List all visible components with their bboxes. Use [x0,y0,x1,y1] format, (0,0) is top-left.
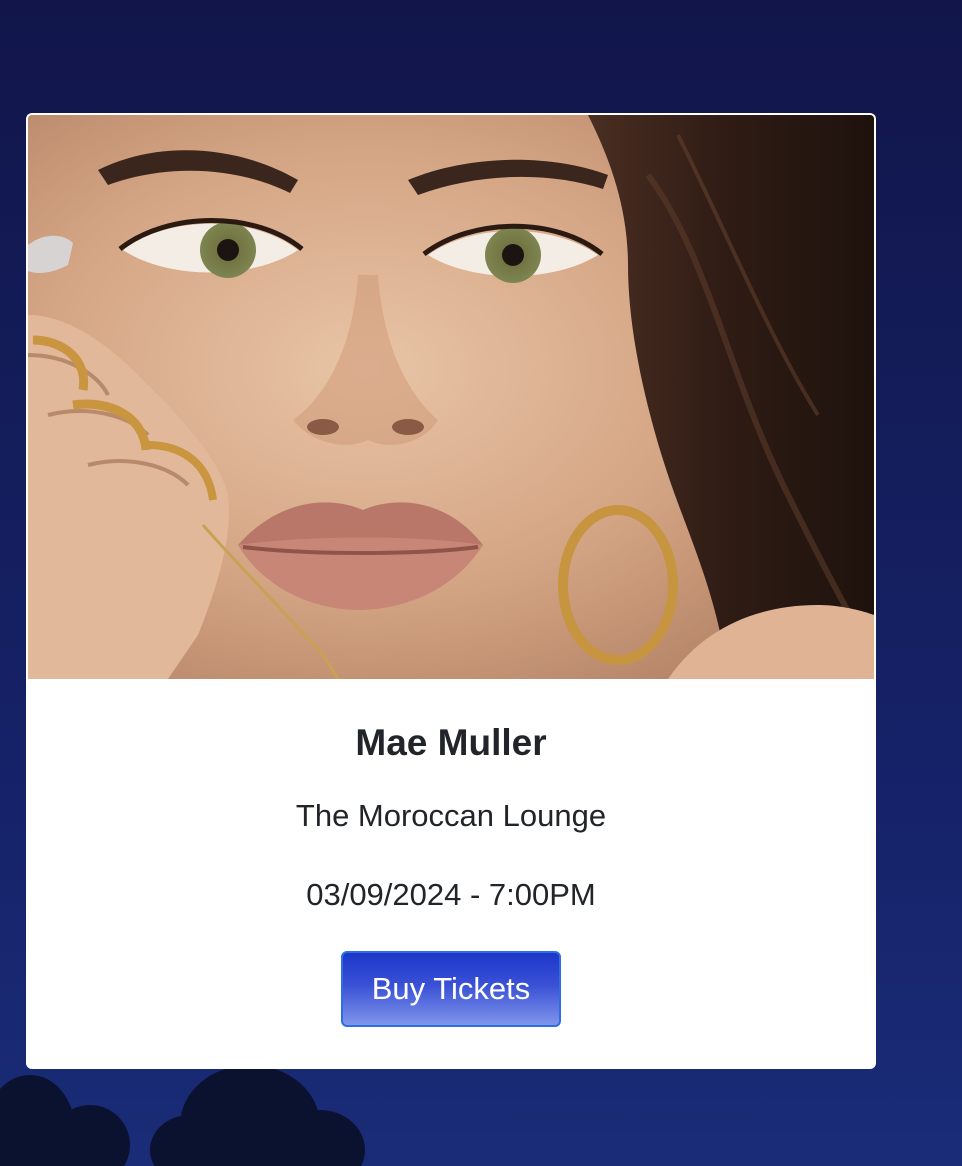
venue-name: The Moroccan Lounge [295,798,607,833]
buy-tickets-button[interactable]: Buy Tickets [341,951,561,1027]
artist-name: Mae Muller [355,722,547,763]
artist-photo-image [28,115,874,679]
event-card: Mae Muller The Moroccan Lounge 03/09/202… [26,113,876,1069]
event-datetime: 03/09/2024 - 7:00PM [306,877,596,912]
artist-photo [28,115,874,679]
